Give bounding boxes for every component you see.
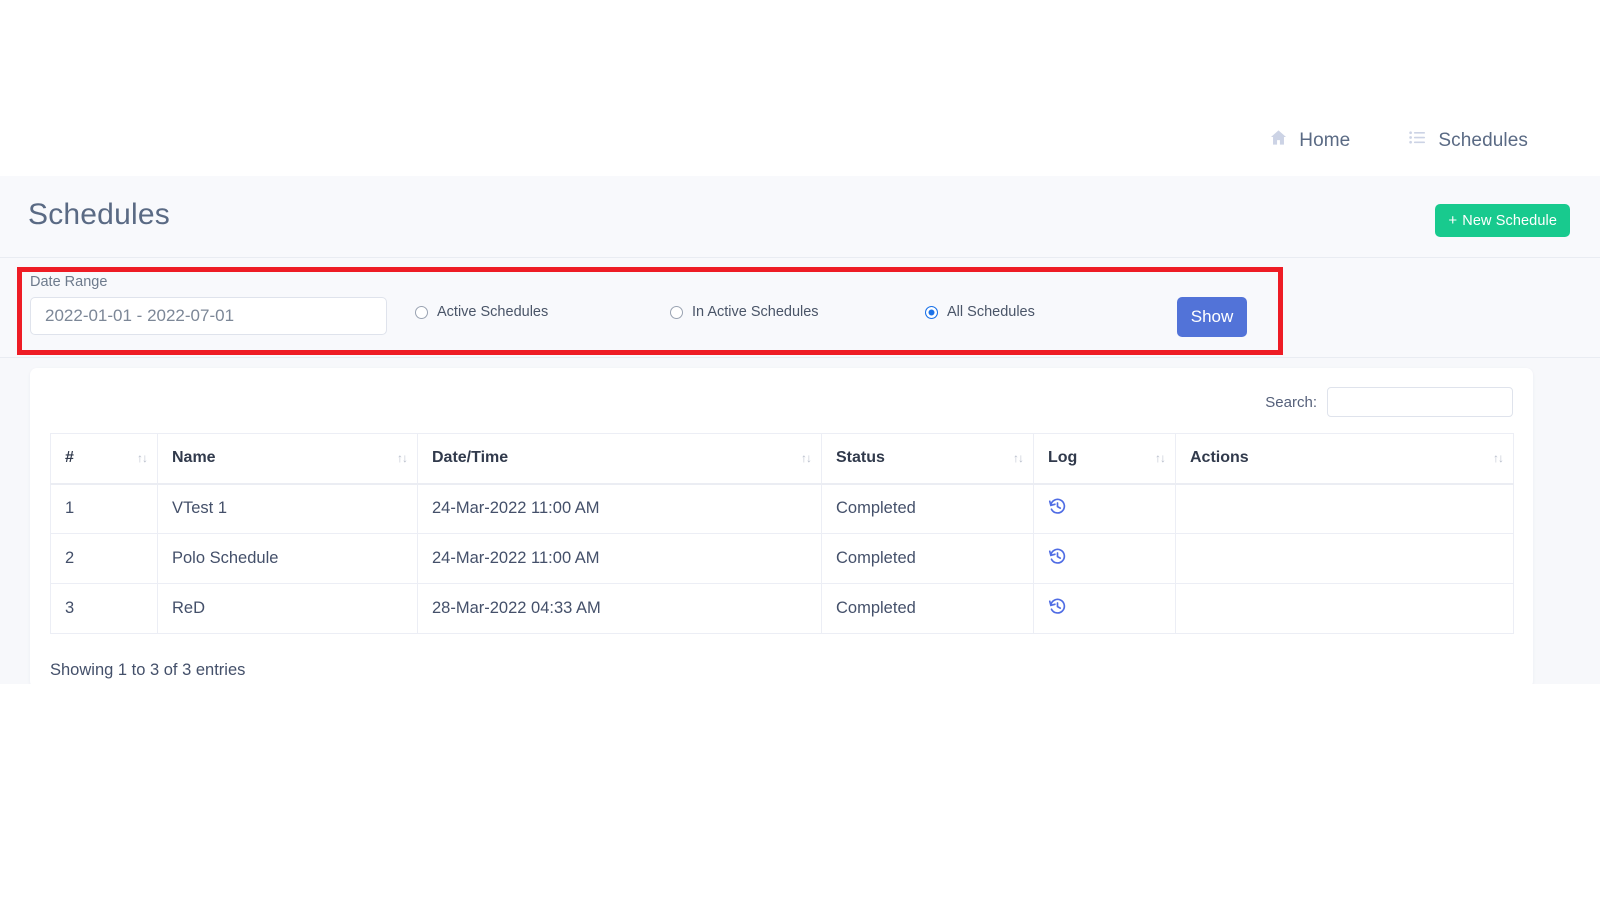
new-schedule-button[interactable]: + New Schedule [1435, 204, 1570, 237]
cell-actions [1176, 484, 1514, 534]
cell-status: Completed [822, 484, 1034, 534]
cell-datetime: 28-Mar-2022 04:33 AM [418, 584, 822, 634]
cell-number: 1 [51, 484, 158, 534]
cell-name: Polo Schedule [158, 534, 418, 584]
sort-icon[interactable]: ↑↓ [801, 452, 811, 464]
nav-item-schedules-label: Schedules [1438, 130, 1528, 152]
sort-icon[interactable]: ↑↓ [397, 452, 407, 464]
radio-inactive-schedules-label: In Active Schedules [692, 304, 819, 320]
nav-item-schedules[interactable]: Schedules [1408, 128, 1528, 153]
table-header-row: # ↑↓ Name ↑↓ Date/Time ↑↓ Status ↑↓ [51, 434, 1514, 484]
search-input[interactable] [1327, 387, 1513, 417]
sort-icon[interactable]: ↑↓ [1155, 452, 1165, 464]
top-navigation-bar: Home Schedules [0, 0, 1600, 176]
cell-actions [1176, 584, 1514, 634]
filter-bar: Date Range Active Schedules In Active Sc… [0, 258, 1600, 358]
column-header-log[interactable]: Log ↑↓ [1034, 434, 1176, 484]
plus-icon: + [1448, 213, 1457, 228]
column-header-log-label: Log [1048, 449, 1077, 466]
cell-log [1034, 534, 1176, 584]
schedules-table: # ↑↓ Name ↑↓ Date/Time ↑↓ Status ↑↓ [50, 433, 1514, 634]
cell-actions [1176, 534, 1514, 584]
filter-row: Date Range Active Schedules In Active Sc… [30, 274, 1270, 348]
nav-links: Home Schedules [1269, 128, 1528, 153]
cell-status: Completed [822, 584, 1034, 634]
search-label: Search: [1265, 394, 1317, 411]
sort-icon[interactable]: ↑↓ [1013, 452, 1023, 464]
page-title: Schedules [28, 198, 170, 232]
cell-datetime: 24-Mar-2022 11:00 AM [418, 484, 822, 534]
column-header-status[interactable]: Status ↑↓ [822, 434, 1034, 484]
column-header-actions-label: Actions [1190, 449, 1249, 466]
cell-name: VTest 1 [158, 484, 418, 534]
date-range-label: Date Range [30, 274, 107, 290]
nav-item-home[interactable]: Home [1269, 128, 1350, 153]
show-button[interactable]: Show [1177, 297, 1247, 337]
sort-icon[interactable]: ↑↓ [137, 452, 147, 464]
page-header: Schedules + New Schedule [0, 176, 1600, 258]
column-header-datetime[interactable]: Date/Time ↑↓ [418, 434, 822, 484]
cell-number: 2 [51, 534, 158, 584]
radio-inactive-schedules-dot[interactable] [670, 306, 683, 319]
history-icon[interactable] [1048, 547, 1161, 571]
cell-datetime: 24-Mar-2022 11:00 AM [418, 534, 822, 584]
schedules-table-card: Search: # ↑↓ Name ↑↓ [30, 368, 1533, 684]
search-row: Search: [1265, 387, 1513, 417]
nav-item-home-label: Home [1299, 130, 1350, 152]
cell-log [1034, 584, 1176, 634]
date-range-input[interactable] [30, 297, 387, 335]
table-row: 1 VTest 1 24-Mar-2022 11:00 AM Completed [51, 484, 1514, 534]
radio-inactive-schedules[interactable]: In Active Schedules [670, 304, 819, 320]
cell-log [1034, 484, 1176, 534]
column-header-actions[interactable]: Actions ↑↓ [1176, 434, 1514, 484]
column-header-number[interactable]: # ↑↓ [51, 434, 158, 484]
radio-active-schedules-dot[interactable] [415, 306, 428, 319]
radio-active-schedules[interactable]: Active Schedules [415, 304, 548, 320]
radio-all-schedules-dot[interactable] [925, 306, 938, 319]
column-header-name[interactable]: Name ↑↓ [158, 434, 418, 484]
radio-all-schedules[interactable]: All Schedules [925, 304, 1035, 320]
sort-icon[interactable]: ↑↓ [1493, 452, 1503, 464]
radio-all-schedules-label: All Schedules [947, 304, 1035, 320]
column-header-status-label: Status [836, 449, 885, 466]
table-row: 2 Polo Schedule 24-Mar-2022 11:00 AM Com… [51, 534, 1514, 584]
new-schedule-button-label: New Schedule [1462, 213, 1557, 229]
table-entries-info: Showing 1 to 3 of 3 entries [50, 661, 245, 680]
schedule-filter-radio-group: Active Schedules In Active Schedules All… [415, 304, 1180, 328]
radio-active-schedules-label: Active Schedules [437, 304, 548, 320]
history-icon[interactable] [1048, 497, 1161, 521]
column-header-name-label: Name [172, 449, 216, 466]
column-header-number-label: # [65, 449, 74, 466]
table-row: 3 ReD 28-Mar-2022 04:33 AM Completed [51, 584, 1514, 634]
history-icon[interactable] [1048, 597, 1161, 621]
list-icon [1408, 128, 1427, 153]
cell-status: Completed [822, 534, 1034, 584]
cell-name: ReD [158, 584, 418, 634]
cell-number: 3 [51, 584, 158, 634]
home-icon [1269, 128, 1288, 153]
page-content: Schedules + New Schedule Date Range Acti… [0, 176, 1600, 684]
column-header-datetime-label: Date/Time [432, 449, 508, 466]
